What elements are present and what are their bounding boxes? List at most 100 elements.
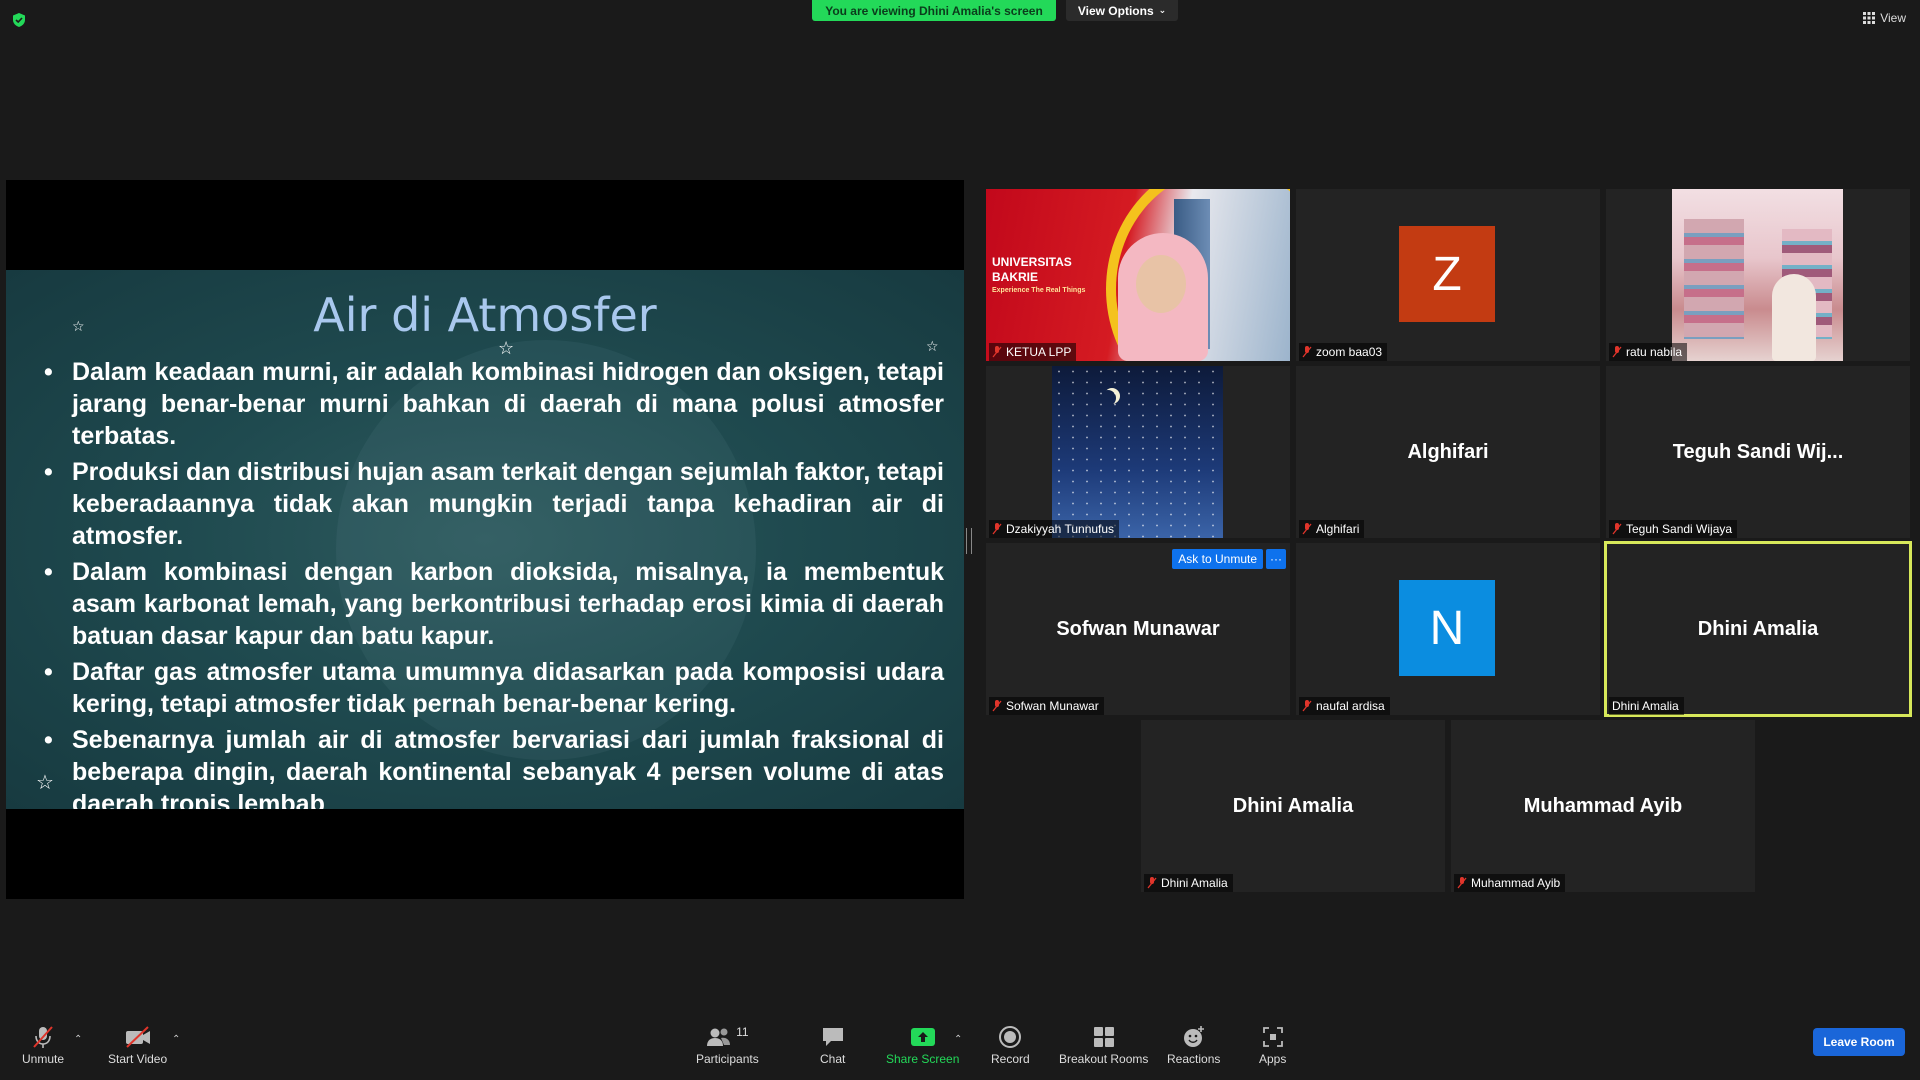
- video-options-caret[interactable]: ⌃: [172, 1034, 180, 1045]
- view-options-button[interactable]: View Options ⌄: [1066, 0, 1178, 21]
- participant-label: Dzakiyyah Tunnufus: [989, 520, 1120, 538]
- university-tagline: Experience The Real Things: [992, 287, 1086, 294]
- more-options-button[interactable]: ···: [1266, 549, 1286, 569]
- apps-button[interactable]: Apps: [1259, 1024, 1286, 1066]
- share-screen-button[interactable]: Share Screen: [886, 1024, 959, 1066]
- unmute-label: Unmute: [22, 1052, 65, 1066]
- participant-name: Dzakiyyah Tunnufus: [1006, 522, 1115, 536]
- active-speaker-tile[interactable]: Dhini Amalia Dhini Amalia: [1604, 541, 1912, 717]
- participant-name: KETUA LPP: [1006, 345, 1072, 359]
- view-options-label: View Options: [1077, 3, 1154, 18]
- shared-screen[interactable]: ☆ ☆ ☆ ☆ Air di Atmosfer Dalam keadaan mu…: [6, 180, 964, 899]
- unmute-button[interactable]: Unmute: [22, 1024, 64, 1066]
- mic-muted-icon: [1302, 346, 1312, 358]
- slide-bullet: Dalam kombinasi dengan karbon dioksida, …: [38, 556, 944, 652]
- stars-graphic: [1052, 366, 1223, 538]
- chat-icon: [822, 1028, 843, 1046]
- presentation-slide: ☆ ☆ ☆ ☆ Air di Atmosfer Dalam keadaan mu…: [6, 270, 964, 809]
- participant-label: Dhini Amalia: [1609, 697, 1684, 715]
- video-feed: [1052, 366, 1223, 538]
- video-feed: UNIVERSITAS BAKRIE Experience The Real T…: [986, 189, 1290, 361]
- breakout-rooms-icon: [1093, 1027, 1114, 1047]
- participant-tile[interactable]: Dhini Amalia Dhini Amalia: [1141, 720, 1445, 892]
- participant-tile[interactable]: Z zoom baa03: [1296, 189, 1600, 361]
- participant-label: ratu nabila: [1609, 343, 1688, 361]
- participant-display-name: Muhammad Ayib: [1523, 794, 1683, 817]
- slide-bullet: Produksi dan distribusi hujan asam terka…: [38, 456, 944, 552]
- mic-muted-icon: [992, 523, 1002, 535]
- participant-name: Dhini Amalia: [1161, 876, 1228, 890]
- share-options-caret[interactable]: ⌃: [954, 1034, 962, 1045]
- meeting-toolbar: Unmute ⌃ Start Video ⌃ 11 Participants C…: [0, 1016, 1920, 1080]
- avatar: N: [1399, 580, 1495, 676]
- university-name-line2: BAKRIE: [992, 270, 1039, 284]
- participant-tile[interactable]: N naufal ardisa: [1296, 543, 1600, 715]
- share-screen-icon: [910, 1028, 935, 1046]
- participant-name: ratu nabila: [1626, 345, 1683, 359]
- participant-name: Muhammad Ayib: [1471, 876, 1561, 890]
- viewing-screen-banner: You are viewing Dhini Amalia's screen: [812, 0, 1056, 21]
- slide-bullet-list: Dalam keadaan murni, air adalah kombinas…: [38, 356, 944, 809]
- participant-tile[interactable]: Alghifari Alghifari: [1296, 366, 1600, 538]
- video-off-icon: [125, 1026, 150, 1048]
- record-icon: [999, 1026, 1022, 1048]
- participant-tile[interactable]: Teguh Sandi Wij... Teguh Sandi Wijaya: [1606, 366, 1910, 538]
- start-video-button[interactable]: Start Video: [108, 1024, 167, 1066]
- audio-options-caret[interactable]: ⌃: [74, 1034, 82, 1045]
- presenter-face: [1136, 255, 1186, 313]
- participant-name: naufal ardisa: [1316, 699, 1385, 713]
- mic-muted-icon: [1147, 877, 1157, 889]
- university-name-line1: UNIVERSITAS: [992, 255, 1072, 269]
- share-screen-label: Share Screen: [886, 1052, 960, 1066]
- breakout-rooms-button[interactable]: Breakout Rooms: [1059, 1024, 1148, 1066]
- shelf-graphic: [1684, 219, 1744, 339]
- mic-muted-icon: [1612, 523, 1622, 535]
- mic-muted-icon: [1457, 877, 1467, 889]
- encryption-shield-icon[interactable]: [11, 12, 27, 28]
- participant-label: zoom baa03: [1299, 343, 1388, 361]
- participant-name: zoom baa03: [1316, 345, 1383, 359]
- resize-splitter[interactable]: [966, 528, 972, 554]
- participant-display-name: Alghifari: [1407, 440, 1489, 463]
- participant-label: Teguh Sandi Wijaya: [1609, 520, 1738, 538]
- participant-display-name: Dhini Amalia: [1697, 617, 1819, 640]
- chevron-down-icon: ⌄: [1158, 5, 1167, 15]
- chat-label: Chat: [820, 1052, 846, 1066]
- record-button[interactable]: Record: [991, 1024, 1030, 1066]
- participant-name: Sofwan Munawar: [1006, 699, 1099, 713]
- breakout-rooms-label: Breakout Rooms: [1059, 1052, 1149, 1066]
- participant-name: Dhini Amalia: [1612, 699, 1679, 713]
- mic-muted-icon: [992, 346, 1002, 358]
- grid-view-icon: [1863, 12, 1876, 24]
- slide-bullet: Sebenarnya jumlah air di atmosfer bervar…: [38, 724, 944, 809]
- start-video-label: Start Video: [108, 1052, 168, 1066]
- participant-name: Alghifari: [1316, 522, 1360, 536]
- mic-muted-icon: [1612, 346, 1622, 358]
- apps-label: Apps: [1259, 1052, 1287, 1066]
- reactions-button[interactable]: Reactions: [1167, 1024, 1220, 1066]
- chat-button[interactable]: Chat: [820, 1024, 845, 1066]
- slide-title: Air di Atmosfer: [313, 288, 657, 342]
- participants-count: 11: [736, 1025, 749, 1039]
- record-label: Record: [991, 1052, 1030, 1066]
- video-feed: [1672, 189, 1843, 361]
- mic-muted-icon: [1302, 523, 1312, 535]
- participant-tile[interactable]: UNIVERSITAS BAKRIE Experience The Real T…: [986, 189, 1290, 361]
- participant-tile[interactable]: Sofwan Munawar Ask to Unmute ··· Sofwan …: [986, 543, 1290, 715]
- view-button[interactable]: View: [1863, 11, 1906, 25]
- participant-label: Dhini Amalia: [1144, 874, 1233, 892]
- participants-button[interactable]: 11 Participants: [696, 1024, 759, 1066]
- ask-to-unmute-button[interactable]: Ask to Unmute: [1172, 549, 1263, 569]
- participant-display-name: Teguh Sandi Wij...: [1672, 440, 1844, 463]
- mic-off-icon: [33, 1026, 53, 1048]
- viewing-banner-text: You are viewing Dhini Amalia's screen: [825, 3, 1043, 18]
- participant-label: Alghifari: [1299, 520, 1365, 538]
- participant-tile[interactable]: ratu nabila: [1606, 189, 1910, 361]
- leave-room-button[interactable]: Leave Room: [1813, 1028, 1905, 1056]
- reactions-icon: [1183, 1026, 1204, 1047]
- participant-tile[interactable]: Muhammad Ayib Muhammad Ayib: [1451, 720, 1755, 892]
- participants-icon: [707, 1028, 731, 1046]
- participant-display-name: Dhini Amalia: [1232, 794, 1354, 817]
- apps-icon: [1262, 1027, 1283, 1047]
- participant-tile[interactable]: Dzakiyyah Tunnufus: [986, 366, 1290, 538]
